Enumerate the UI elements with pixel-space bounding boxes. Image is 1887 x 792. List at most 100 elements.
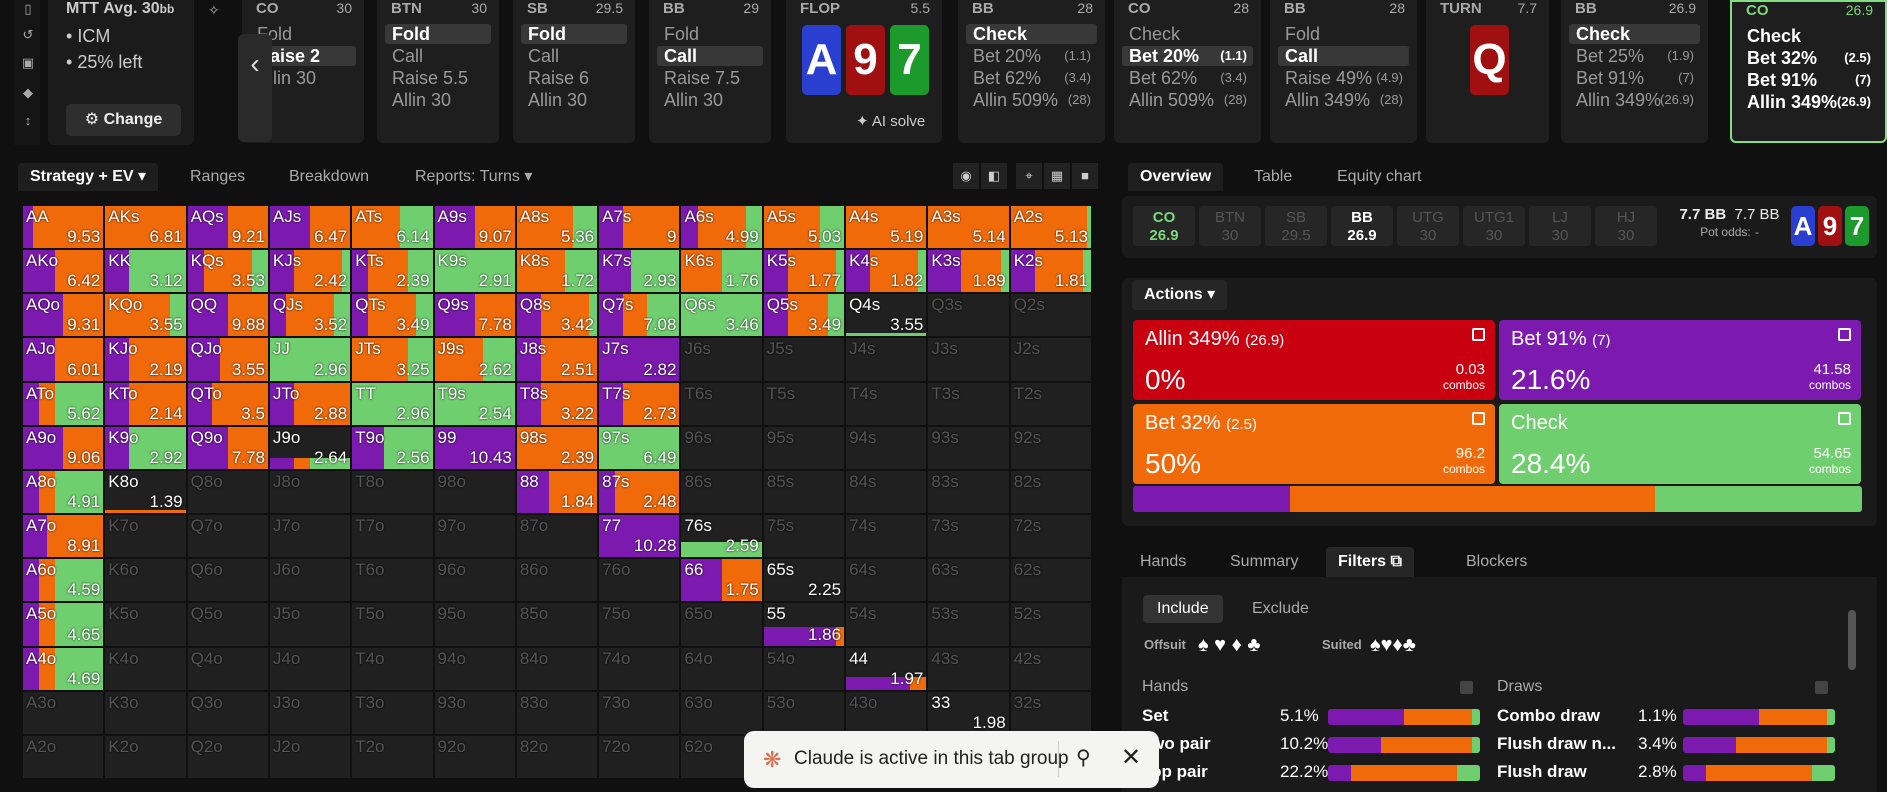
hand-cell[interactable]: 87s 2.48 <box>599 470 680 514</box>
action-option[interactable]: Bet 91% (7) <box>1569 68 1700 88</box>
hand-cell[interactable]: KTs 2.39 <box>352 250 433 293</box>
tab-reports-turns[interactable]: Reports: Turns ▾ <box>403 163 544 191</box>
hand-cell[interactable]: 65s 2.25 <box>763 559 845 602</box>
hand-cell[interactable]: Q3o <box>187 691 268 734</box>
hand-cell[interactable]: K7o <box>105 515 186 558</box>
stat-bar[interactable] <box>1683 709 1835 725</box>
menu-icon[interactable] <box>1838 328 1851 341</box>
hand-cell[interactable]: A8o 4.91 <box>23 470 104 514</box>
hand-cell[interactable]: 76o <box>599 559 680 602</box>
hand-cell[interactable]: T3s <box>928 382 1009 425</box>
hand-cell[interactable]: 98s 2.39 <box>516 426 598 469</box>
hand-cell[interactable]: K9o 2.92 <box>105 426 186 469</box>
menu-icon[interactable] <box>1472 328 1485 341</box>
undo-icon[interactable]: ↺ <box>21 28 35 42</box>
hand-cell[interactable]: 73s <box>928 515 1009 558</box>
hand-cell[interactable]: 86o <box>516 559 598 602</box>
action-card[interactable]: Allin 349% (26.9) 0% 0.03 combos <box>1133 320 1495 400</box>
hand-cell[interactable]: J2o <box>269 735 351 778</box>
action-option[interactable]: Call <box>521 46 627 66</box>
hand-cell[interactable]: A3s 5.14 <box>928 206 1009 249</box>
hand-cell[interactable]: ATs 6.14 <box>352 206 433 249</box>
hand-cell[interactable]: K5s 1.77 <box>763 250 845 293</box>
hand-cell[interactable]: Q2o <box>187 735 268 778</box>
action-option[interactable]: Bet 32% (2.5) <box>1740 48 1877 68</box>
single-view-icon[interactable]: ■ <box>1072 163 1098 189</box>
action-option[interactable]: Fold <box>521 24 627 44</box>
subtab-blockers[interactable]: Blockers <box>1454 547 1539 577</box>
hand-cell[interactable]: 84o <box>516 647 598 690</box>
seat-co[interactable]: CO 26.9 <box>1133 206 1195 246</box>
hand-cell[interactable]: QJs 3.52 <box>269 294 351 337</box>
seat-sb[interactable]: SB 29.5 <box>1265 206 1327 246</box>
hand-cell[interactable]: KQs 3.53 <box>187 250 268 293</box>
hand-cell[interactable]: 94s <box>846 426 927 469</box>
change-button[interactable]: ⚙ Change <box>66 104 181 136</box>
hand-cell[interactable]: Q6s 3.46 <box>681 294 762 337</box>
back-arrow-button[interactable]: ‹ <box>238 34 272 142</box>
hand-cell[interactable]: QTs 3.49 <box>352 294 433 337</box>
hand-cell[interactable]: T9o 2.56 <box>352 426 433 469</box>
action-option[interactable]: Bet 25% (1.9) <box>1569 46 1700 66</box>
action-option[interactable]: Call <box>385 46 491 66</box>
hand-cell[interactable]: 73o <box>599 691 680 734</box>
action-option[interactable]: Check <box>1122 24 1253 44</box>
hand-cell[interactable]: Q9o 7.78 <box>187 426 268 469</box>
hand-cell[interactable]: T4s <box>846 382 927 425</box>
chat-icon[interactable]: ⚲ <box>1076 745 1091 770</box>
hand-cell[interactable]: Q6o <box>187 559 268 602</box>
action-option[interactable]: Bet 62% (3.4) <box>1122 68 1253 88</box>
hand-cell[interactable]: K7s 2.93 <box>599 250 680 293</box>
hand-cell[interactable]: AJo 6.01 <box>23 338 104 381</box>
hand-cell[interactable]: Q7s 7.08 <box>599 294 680 337</box>
hand-cell[interactable]: T8s 3.22 <box>516 382 598 425</box>
hand-cell[interactable]: T8o <box>352 470 433 514</box>
grid-view-icon[interactable]: ▦ <box>1044 163 1070 189</box>
hand-cell[interactable]: K8s 1.72 <box>516 250 598 293</box>
hand-cell[interactable]: 72o <box>599 735 680 778</box>
hand-cell[interactable]: AA 9.53 <box>23 206 104 249</box>
hand-cell[interactable]: A7o 8.91 <box>23 515 104 558</box>
action-option[interactable]: Check <box>1740 26 1877 46</box>
seat-lj[interactable]: LJ 30 <box>1529 206 1591 246</box>
hand-cell[interactable]: T3o <box>352 691 433 734</box>
hand-cell[interactable]: 96s <box>681 426 762 469</box>
hand-cell[interactable]: 64o <box>681 647 762 690</box>
actions-dropdown[interactable]: Actions ▾ <box>1132 280 1228 310</box>
hand-cell[interactable]: Q5s 3.49 <box>763 294 845 337</box>
hand-cell[interactable]: 65o <box>681 603 762 646</box>
hand-cell[interactable]: A6s 4.99 <box>681 206 762 249</box>
hand-cell[interactable]: K4s 1.82 <box>846 250 927 293</box>
hand-cell[interactable]: Q4o <box>187 647 268 690</box>
suit-filter-offsuit[interactable]: ♠ ♥ ♦ ♣ <box>1198 634 1261 657</box>
action-option[interactable]: Check <box>966 24 1097 44</box>
action-option[interactable]: Raise 49% (4.9) <box>1278 68 1409 88</box>
action-option[interactable]: Bet 62% (3.4) <box>966 68 1097 88</box>
hand-cell[interactable]: 53o <box>763 691 845 734</box>
hand-cell[interactable]: K9s 2.91 <box>434 250 515 293</box>
hand-cell[interactable]: 83s <box>928 470 1009 514</box>
hand-cell[interactable]: A9s 9.07 <box>434 206 515 249</box>
action-option[interactable]: Call <box>657 46 763 66</box>
save-icon[interactable]: ▣ <box>21 56 35 70</box>
hand-cell[interactable]: Q8o <box>187 470 268 514</box>
hand-cell[interactable]: A8s 5.36 <box>516 206 598 249</box>
hands-checkbox[interactable] <box>1460 681 1473 694</box>
hand-cell[interactable]: 63s <box>928 559 1009 602</box>
hand-cell[interactable]: KJo 2.19 <box>105 338 186 381</box>
hand-cell[interactable]: J3s <box>928 338 1009 381</box>
hand-cell[interactable]: 94o <box>434 647 515 690</box>
tab-table[interactable]: Table <box>1242 163 1304 191</box>
hand-cell[interactable]: 76s 2.59 <box>681 515 762 558</box>
hand-cell[interactable]: 64s <box>846 559 927 602</box>
hand-cell[interactable]: JJ 2.96 <box>269 338 351 381</box>
hand-cell[interactable]: 92o <box>434 735 515 778</box>
hand-cell[interactable]: T7s 2.73 <box>599 382 680 425</box>
cube-view-icon[interactable]: ◉ <box>953 163 979 189</box>
hand-cell[interactable]: T4o <box>352 647 433 690</box>
hand-cell[interactable]: J4o <box>269 647 351 690</box>
menu-icon[interactable] <box>1838 412 1851 425</box>
subtab-hands[interactable]: Hands <box>1128 547 1198 577</box>
action-option[interactable]: Bet 20% (1.1) <box>1122 46 1253 66</box>
seat-btn[interactable]: BTN 30 <box>1199 206 1261 246</box>
